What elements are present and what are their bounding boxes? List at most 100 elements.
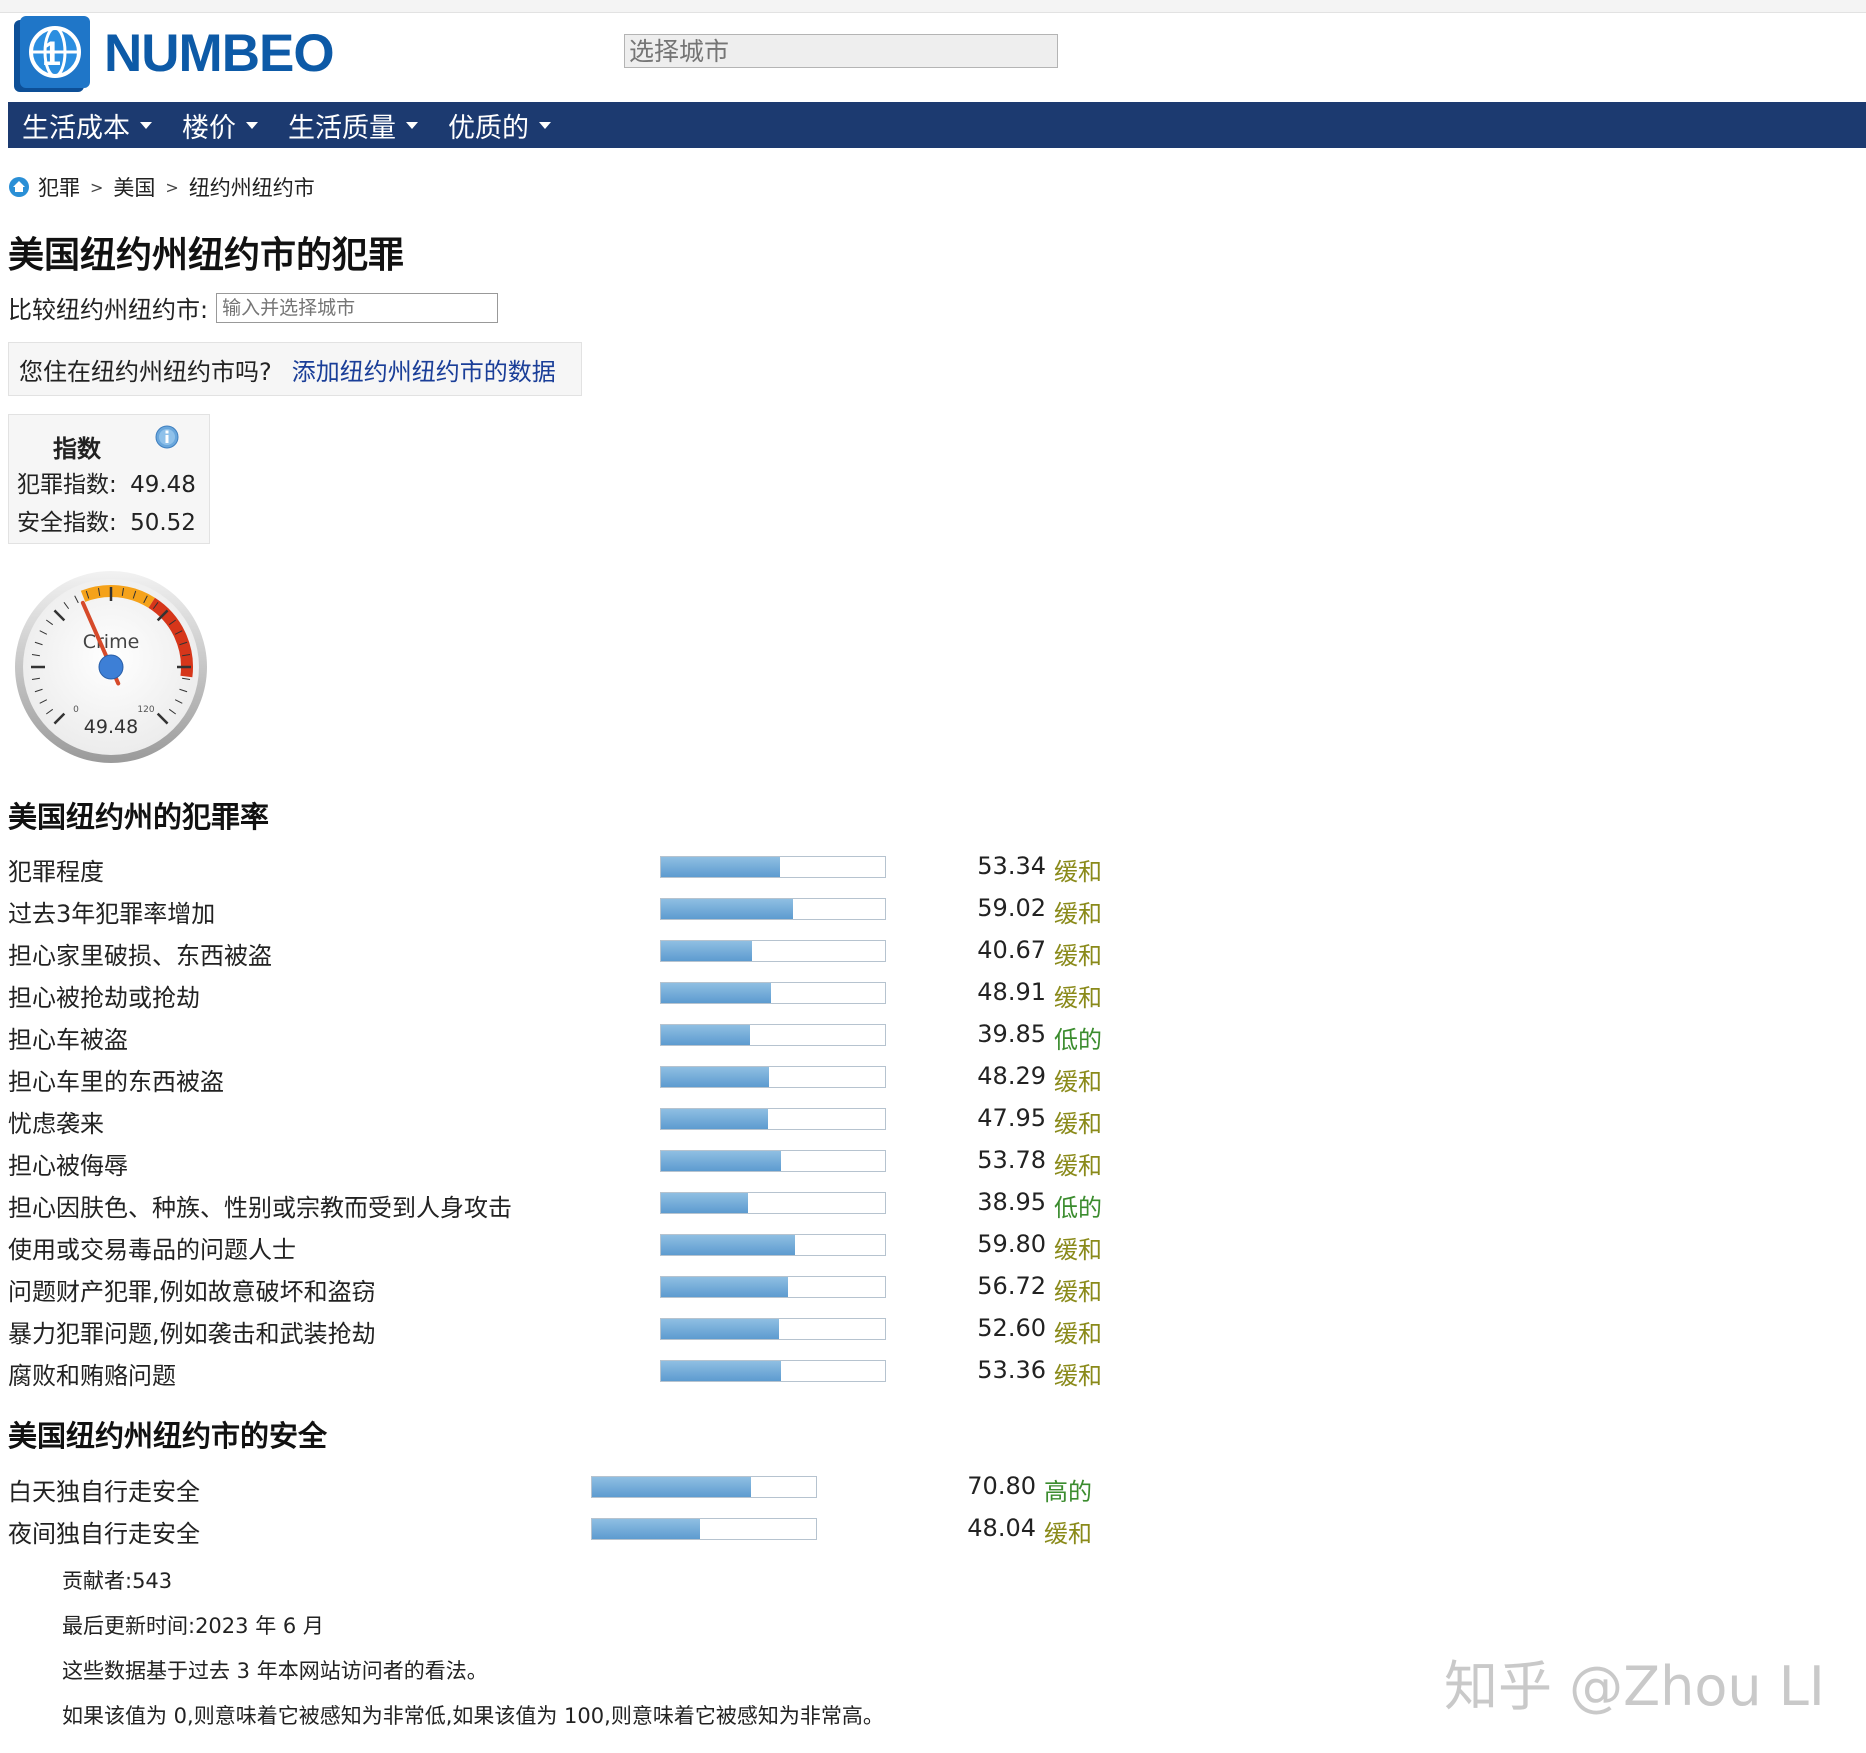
breadcrumb-separator: > <box>165 177 179 197</box>
rate-row: 担心车被盗 39.85 低的 <box>8 1020 1158 1054</box>
rate-value: 53.36 <box>977 1356 1046 1384</box>
nav-label: 生活成本 <box>22 112 130 144</box>
nav-cost-of-living[interactable]: 生活成本 <box>8 106 168 145</box>
rate-bar-fill <box>592 1477 751 1497</box>
rate-row: 夜间独自行走安全 48.04 缓和 <box>8 1514 1158 1548</box>
rate-bar-fill <box>661 1277 789 1297</box>
city-search-input[interactable] <box>624 34 1058 68</box>
rate-label: 担心家里破损、东西被盗 <box>8 942 272 970</box>
breadcrumb-city[interactable]: 纽约州纽约市 <box>189 172 315 202</box>
notes: 贡献者:543 最后更新时间:2023 年 6 月 这些数据基于过去 3 年本网… <box>62 1566 884 1746</box>
nav-property-prices[interactable]: 楼价 <box>168 106 274 145</box>
rate-level: 缓和 <box>1054 900 1102 928</box>
rate-bar <box>660 1276 886 1298</box>
rate-level: 高的 <box>1044 1478 1092 1506</box>
caret-down-icon <box>140 121 152 129</box>
rate-bar <box>660 940 886 962</box>
svg-text:1: 1 <box>42 35 61 73</box>
safety-index-label: 安全指数: <box>17 510 117 536</box>
rate-value: 59.80 <box>977 1230 1046 1258</box>
add-data-link[interactable]: 添加纽约州纽约市的数据 <box>292 352 556 387</box>
rate-level: 缓和 <box>1054 1152 1102 1180</box>
rate-row: 问题财产犯罪,例如故意破坏和盗窃 56.72 缓和 <box>8 1272 1158 1306</box>
home-icon[interactable] <box>8 176 30 198</box>
rate-label: 担心因肤色、种族、性别或宗教而受到人身攻击 <box>8 1194 512 1222</box>
rate-value: 52.60 <box>977 1314 1046 1342</box>
rate-level: 缓和 <box>1054 1362 1102 1390</box>
rate-label: 担心被侮辱 <box>8 1152 128 1180</box>
safety-index-value: 50.52 <box>130 510 196 536</box>
breadcrumb-crime[interactable]: 犯罪 <box>38 172 80 202</box>
rate-bar <box>591 1476 817 1498</box>
globe-logo-icon: 1 <box>14 16 90 92</box>
page-title: 美国纽约州纽约市的犯罪 <box>8 235 405 276</box>
crime-index-value: 49.48 <box>130 472 196 498</box>
rate-label: 白天独自行走安全 <box>8 1478 200 1506</box>
rate-level: 缓和 <box>1054 1236 1102 1264</box>
rate-level: 缓和 <box>1054 1068 1102 1096</box>
rate-bar-fill <box>661 1319 779 1339</box>
rate-bar-fill <box>661 1151 782 1171</box>
rate-label: 过去3年犯罪率增加 <box>8 900 216 928</box>
nav-label: 楼价 <box>182 112 236 144</box>
compare-city: 比较纽约州纽约市: <box>8 290 499 325</box>
last-updated-note: 最后更新时间:2023 年 6 月 <box>62 1614 324 1638</box>
rate-value: 53.34 <box>977 852 1046 880</box>
rate-bar <box>660 1318 886 1340</box>
rate-bar-fill <box>592 1519 700 1539</box>
crime-rates-title: 美国纽约州的犯罪率 <box>8 800 270 834</box>
rate-row: 犯罪程度 53.34 缓和 <box>8 852 1158 886</box>
rate-value: 53.78 <box>977 1146 1046 1174</box>
rate-bar-fill <box>661 983 771 1003</box>
rate-value: 47.95 <box>977 1104 1046 1132</box>
rate-value: 40.67 <box>977 936 1046 964</box>
rate-row: 担心被侮辱 53.78 缓和 <box>8 1146 1158 1180</box>
rate-label: 腐败和贿赂问题 <box>8 1362 176 1390</box>
rate-level: 缓和 <box>1054 1278 1102 1306</box>
gauge-min-label: 0 <box>73 705 79 715</box>
numbeo-logo[interactable]: 1 NUMBEO <box>12 12 335 94</box>
rate-bar <box>660 1234 886 1256</box>
rate-bar <box>660 1024 886 1046</box>
breadcrumb-usa[interactable]: 美国 <box>113 172 155 202</box>
rate-level: 缓和 <box>1044 1520 1092 1548</box>
rate-value: 70.80 <box>967 1472 1036 1500</box>
rate-level: 低的 <box>1054 1026 1102 1054</box>
rate-bar <box>660 1108 886 1130</box>
rate-bar <box>660 982 886 1004</box>
rate-bar-fill <box>661 1109 769 1129</box>
gauge-max-label: 120 <box>137 705 154 715</box>
compare-city-input[interactable] <box>216 292 499 323</box>
rate-row: 担心被抢劫或抢劫 48.91 缓和 <box>8 978 1158 1012</box>
logo-text: NUMBEO <box>104 23 335 83</box>
rate-value: 59.02 <box>977 894 1046 922</box>
rate-label: 夜间独自行走安全 <box>8 1520 200 1548</box>
nav-quality-of-life[interactable]: 生活质量 <box>274 106 434 145</box>
rate-value: 38.95 <box>977 1188 1046 1216</box>
rate-level: 缓和 <box>1054 1110 1102 1138</box>
rate-bar-fill <box>661 1025 751 1045</box>
rate-level: 缓和 <box>1054 1320 1102 1348</box>
nav-label: 优质的 <box>448 112 529 144</box>
rate-value: 48.04 <box>967 1514 1036 1542</box>
rate-row: 担心因肤色、种族、性别或宗教而受到人身攻击 38.95 低的 <box>8 1188 1158 1222</box>
gauge-hub <box>98 654 124 680</box>
resident-question: 您住在纽约州纽约市吗? <box>19 357 272 386</box>
rate-value: 48.29 <box>977 1062 1046 1090</box>
scale-note: 如果该值为 0,则意味着它被感知为非常低,如果该值为 100,则意味着它被感知为… <box>62 1704 884 1728</box>
rate-bar <box>660 1192 886 1214</box>
rate-label: 忧虑袭来 <box>8 1110 104 1138</box>
rate-bar <box>660 1066 886 1088</box>
caret-down-icon <box>246 121 258 129</box>
rate-bar-fill <box>661 899 794 919</box>
rate-value: 48.91 <box>977 978 1046 1006</box>
resident-prompt: 您住在纽约州纽约市吗? 添加纽约州纽约市的数据 <box>8 342 582 396</box>
rate-value: 39.85 <box>977 1020 1046 1048</box>
rate-value: 56.72 <box>977 1272 1046 1300</box>
rate-row: 担心车里的东西被盗 48.29 缓和 <box>8 1062 1158 1096</box>
info-icon[interactable] <box>155 425 179 449</box>
nav-premium[interactable]: 优质的 <box>434 106 567 145</box>
rate-row: 暴力犯罪问题,例如袭击和武装抢劫 52.60 缓和 <box>8 1314 1158 1348</box>
rate-label: 问题财产犯罪,例如故意破坏和盗窃 <box>8 1278 376 1306</box>
contributors-note: 贡献者:543 <box>62 1569 173 1593</box>
